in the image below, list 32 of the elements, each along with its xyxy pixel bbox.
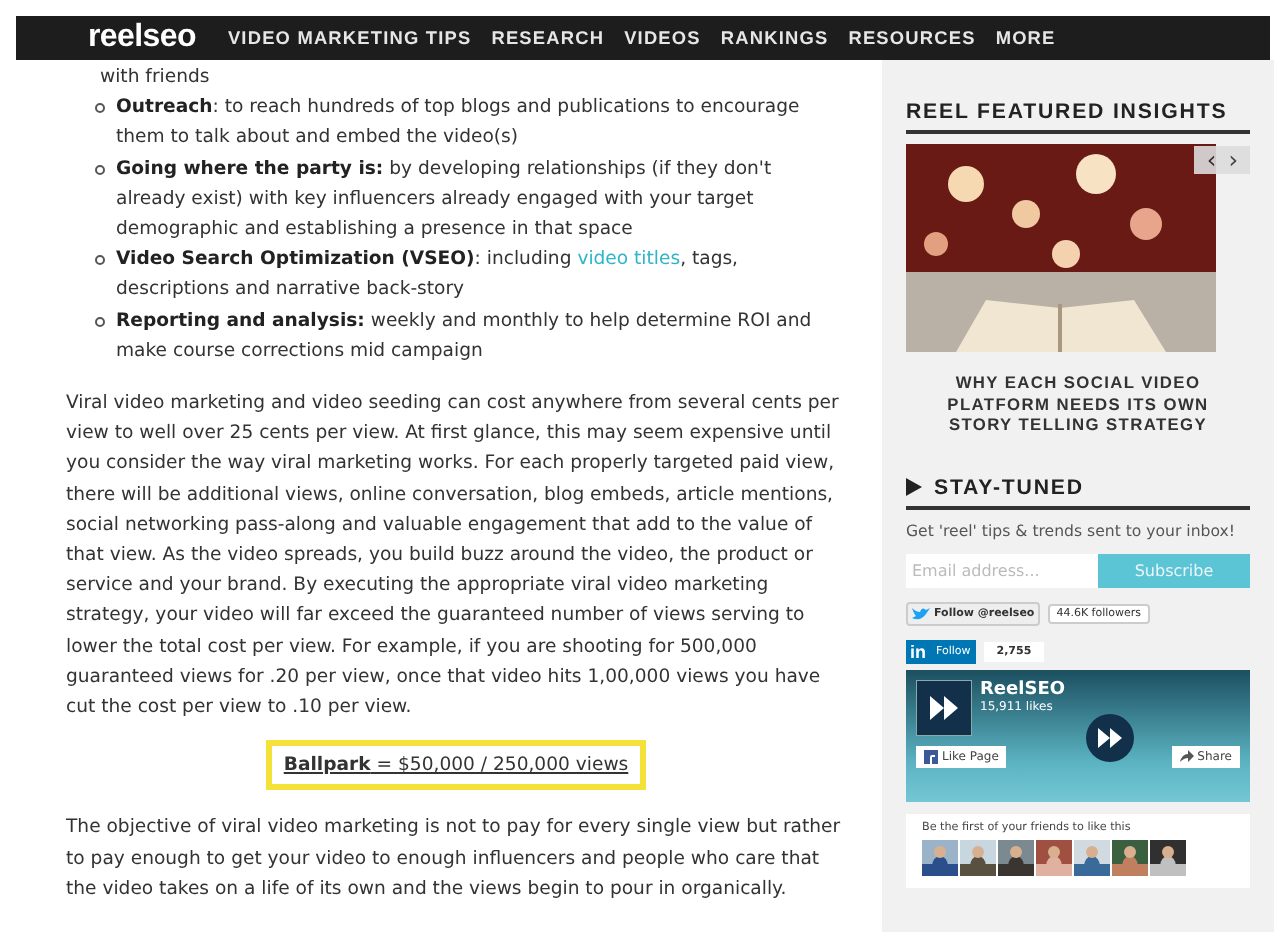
fast-forward-icon [916, 679, 972, 735]
article-title[interactable]: WHY EACH SOCIAL VIDEO PLATFORM NEEDS ITS OWN STORY TELLING STRATEGY [906, 372, 1250, 435]
list-item-text: Outreach: to reach hundreds of top blogs and publications to encourage them to talk about and embed the video(s) [116, 94, 802, 153]
list-item-text: Reporting and analysis: weekly and monthly to help determine ROI and make course corrections mid campaign [116, 307, 814, 366]
previous-button[interactable]: ‹ [1206, 146, 1217, 174]
list-item-text: with friends [98, 64, 210, 92]
nav-link[interactable]: RESEARCH [491, 28, 605, 48]
section-heading: STAY-TUNED [934, 475, 1084, 499]
list-item-text: Going where the party is: by developing relationships (if they don't already exist) with key influencers already engaged with your target demographic and establishing a presence in that space [116, 155, 774, 245]
nav-link[interactable]: RANKINGS [720, 28, 829, 48]
paragraph: The objective of viral video marketing is not to pay for every single view but rather to pay enough to get your video to enough influencers and people who care that the video takes on a life of its own and the views begin to pour in organically. [66, 814, 843, 904]
bullet-icon [94, 254, 106, 267]
nav-link[interactable]: RESOURCES [848, 28, 976, 48]
paragraph: Viral video marketing and video seeding can cost anywhere from several cents per view to well over 25 cents per view. At first glance, this may seem expensive until you consider the way viral marketing works. For each properly targeted paid view, there will be additional views, online conversation, blog embeds, article mentions, social networking pass-along and valuable engagement that add to the value of that view. As the video spreads, you build buzz around the video, the product or service and your brand. By executing the appropriate viral video marketing strategy, your video will far exceed the guaranteed number of views serving to lower the total cost per view. For example, if you are shooting for 500,000 guaranteed views for .20 per view, once that video hits 1,00,000 views you have cut the cost per view to .10 per view. [66, 390, 841, 723]
bullet-icon [94, 315, 106, 328]
nav-link[interactable]: MORE [995, 28, 1056, 48]
bullet-icon [94, 102, 106, 115]
next-button[interactable]: › [1228, 146, 1238, 174]
share-icon [1179, 750, 1194, 762]
section-heading: REEL FEATURED INSIGHTS [906, 84, 1250, 134]
logo[interactable]: reelseo [88, 20, 196, 56]
facebook-icon [924, 749, 938, 763]
page-name[interactable]: ReelSEO [980, 679, 1066, 699]
nav-link[interactable]: VIDEO MARKETING TIPS [227, 28, 472, 48]
linkedin-logo: in [906, 641, 930, 661]
bullet-icon [94, 163, 106, 176]
play-icon [906, 478, 922, 496]
bird-icon [912, 605, 930, 621]
callout-text: Ballpark = $50,000 / 250,000 views [265, 740, 647, 791]
nav-link[interactable]: VIDEOS [624, 28, 701, 48]
fast-forward-icon [1086, 713, 1134, 761]
email-field[interactable]: Email address... [906, 553, 1098, 587]
